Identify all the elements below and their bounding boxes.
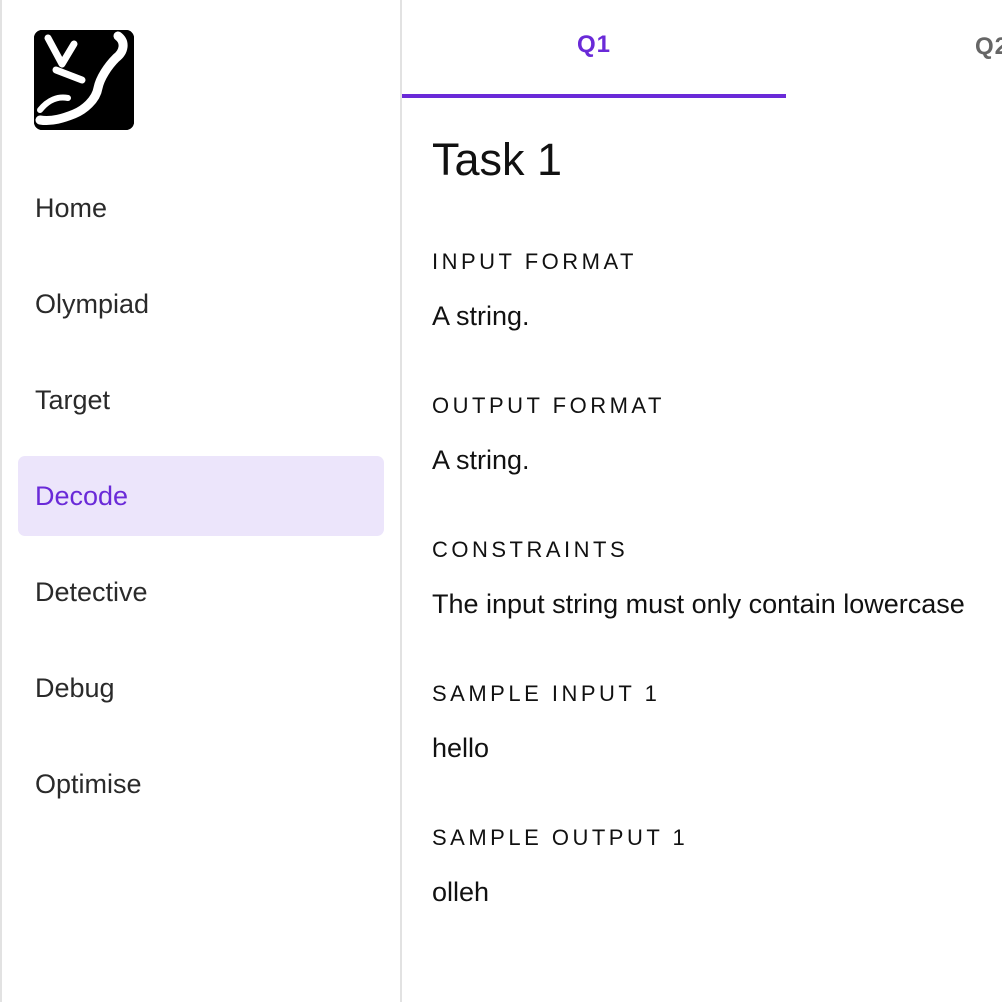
sidebar-item-home[interactable]: Home [18, 168, 384, 248]
section-label: INPUT FORMAT [432, 249, 637, 274]
section-input-format: INPUT FORMAT A string. [432, 248, 637, 334]
sidebar: Home Olympiad Target Decode Detective De… [2, 0, 402, 1002]
section-label: CONSTRAINTS [432, 537, 629, 562]
sidebar-item-debug[interactable]: Debug [18, 648, 384, 728]
tab-label: Q1 [576, 31, 611, 58]
section-text: olleh [432, 877, 490, 907]
sidebar-item-label: Decode [35, 480, 129, 511]
section-sample-output-1: SAMPLE OUTPUT 1 olleh [432, 824, 688, 910]
question-tabs: Q1 Q2 [402, 0, 1002, 98]
section-constraints: CONSTRAINTS The input string must only c… [432, 536, 965, 622]
section-text: The input string must only contain lower… [432, 589, 965, 619]
sidebar-item-label: Optimise [35, 768, 142, 799]
sidebar-item-label: Target [35, 384, 111, 415]
sidebar-nav: Home Olympiad Target Decode Detective De… [18, 168, 384, 840]
tab-q1[interactable]: Q1 [402, 0, 786, 98]
sidebar-item-label: Debug [35, 672, 115, 703]
section-output-format: OUTPUT FORMAT A string. [432, 392, 665, 478]
sidebar-item-olympiad[interactable]: Olympiad [18, 264, 384, 344]
section-text: hello [432, 733, 490, 763]
section-label: SAMPLE OUTPUT 1 [432, 825, 689, 850]
sidebar-item-label: Home [35, 192, 108, 223]
sidebar-item-decode[interactable]: Decode [18, 456, 384, 536]
sidebar-item-detective[interactable]: Detective [18, 552, 384, 632]
section-text: A string. [432, 445, 530, 475]
main-content: Q1 Q2 Task 1 INPUT FORMAT A string. OUTP… [402, 0, 1002, 1002]
task-title: Task 1 [432, 134, 563, 185]
app-window: Home Olympiad Target Decode Detective De… [0, 0, 1002, 1002]
sidebar-item-optimise[interactable]: Optimise [18, 744, 384, 824]
tab-label: Q2 [974, 33, 1002, 60]
logo-icon[interactable] [34, 30, 134, 130]
task-panel: Task 1 INPUT FORMAT A string. OUTPUT FOR… [432, 130, 1002, 907]
sidebar-item-label: Detective [35, 576, 148, 607]
sidebar-item-label: Olympiad [35, 288, 150, 319]
tab-q2[interactable]: Q2 [952, 0, 1002, 98]
section-label: OUTPUT FORMAT [432, 393, 665, 418]
section-sample-input-1: SAMPLE INPUT 1 hello [432, 680, 660, 766]
section-text: A string. [432, 301, 530, 331]
sidebar-item-target[interactable]: Target [18, 360, 384, 440]
section-label: SAMPLE INPUT 1 [432, 681, 661, 706]
